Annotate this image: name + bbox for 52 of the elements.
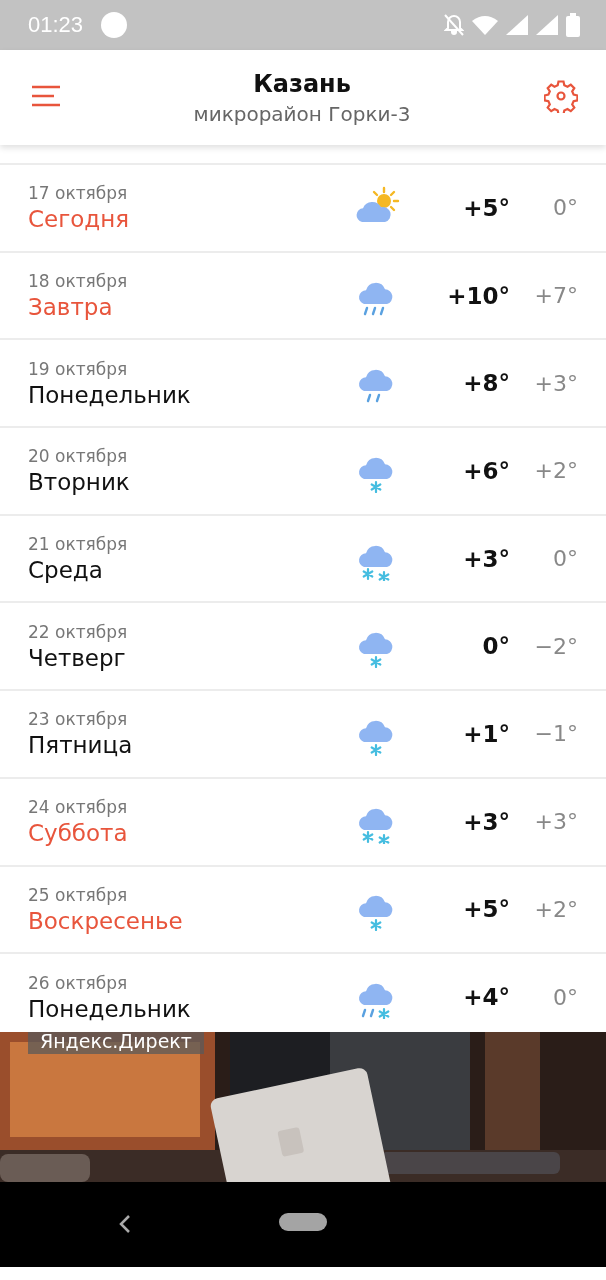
weekday-label: Воскресенье — [28, 907, 184, 934]
date-label: 17 октября — [28, 183, 129, 204]
date-label: 19 октября — [28, 358, 129, 379]
day-temperature: +6° — [462, 457, 510, 484]
weekday-label: Сегодня — [28, 206, 131, 233]
settings-button[interactable] — [544, 79, 578, 116]
signal-icon — [506, 15, 528, 35]
weekday-label: Понедельник — [28, 995, 192, 1022]
day-temperature: +4° — [462, 984, 510, 1011]
clock-time: 01:23 — [28, 12, 84, 38]
day-temperature: +3° — [462, 808, 510, 835]
ad-label: Яндекс.Директ — [28, 1032, 204, 1054]
day-temperature: 0° — [481, 633, 510, 660]
city-title: Казань — [253, 69, 351, 98]
date-label: 24 октября — [28, 797, 129, 818]
notification-dot-icon — [101, 12, 128, 38]
night-temperature: −2° — [533, 633, 578, 659]
weekday-label: Суббота — [28, 820, 129, 847]
weekday-label: Вторник — [28, 469, 131, 496]
weekday-label: Среда — [28, 557, 104, 584]
night-temperature: +3° — [533, 370, 578, 396]
date-label: 22 октября — [28, 621, 129, 642]
battery-icon — [566, 13, 580, 37]
weekday-label: Понедельник — [28, 381, 192, 408]
night-temperature: +3° — [533, 809, 578, 835]
day-temperature: +8° — [462, 370, 510, 397]
night-temperature: −1° — [533, 721, 578, 747]
night-temperature: 0° — [552, 984, 578, 1010]
night-temperature: 0° — [552, 546, 578, 572]
date-label: 23 октября — [28, 709, 129, 730]
date-label: 25 октября — [28, 884, 129, 905]
weekday-label: Завтра — [28, 294, 114, 321]
day-temperature: +5° — [462, 194, 510, 221]
wifi-icon — [472, 15, 498, 35]
notifications-off-icon — [444, 14, 464, 36]
night-temperature: +7° — [533, 283, 578, 309]
date-label: 26 октября — [28, 972, 129, 993]
night-temperature: +2° — [533, 458, 578, 484]
night-temperature: +2° — [533, 896, 578, 922]
date-label: 21 октября — [28, 534, 129, 555]
date-label: 18 октября — [28, 271, 129, 292]
date-label: 20 октября — [28, 446, 129, 467]
weekday-label: Пятница — [28, 732, 134, 759]
home-button[interactable] — [279, 1213, 327, 1231]
day-temperature: +5° — [462, 896, 510, 923]
weekday-label: Четверг — [28, 644, 127, 671]
day-temperature: +10° — [446, 282, 510, 309]
signal-icon — [536, 15, 558, 35]
day-temperature: +1° — [462, 720, 510, 747]
district-subtitle: микрорайон Горки-3 — [193, 101, 411, 126]
day-temperature: +3° — [462, 545, 510, 572]
night-temperature: 0° — [552, 195, 578, 221]
